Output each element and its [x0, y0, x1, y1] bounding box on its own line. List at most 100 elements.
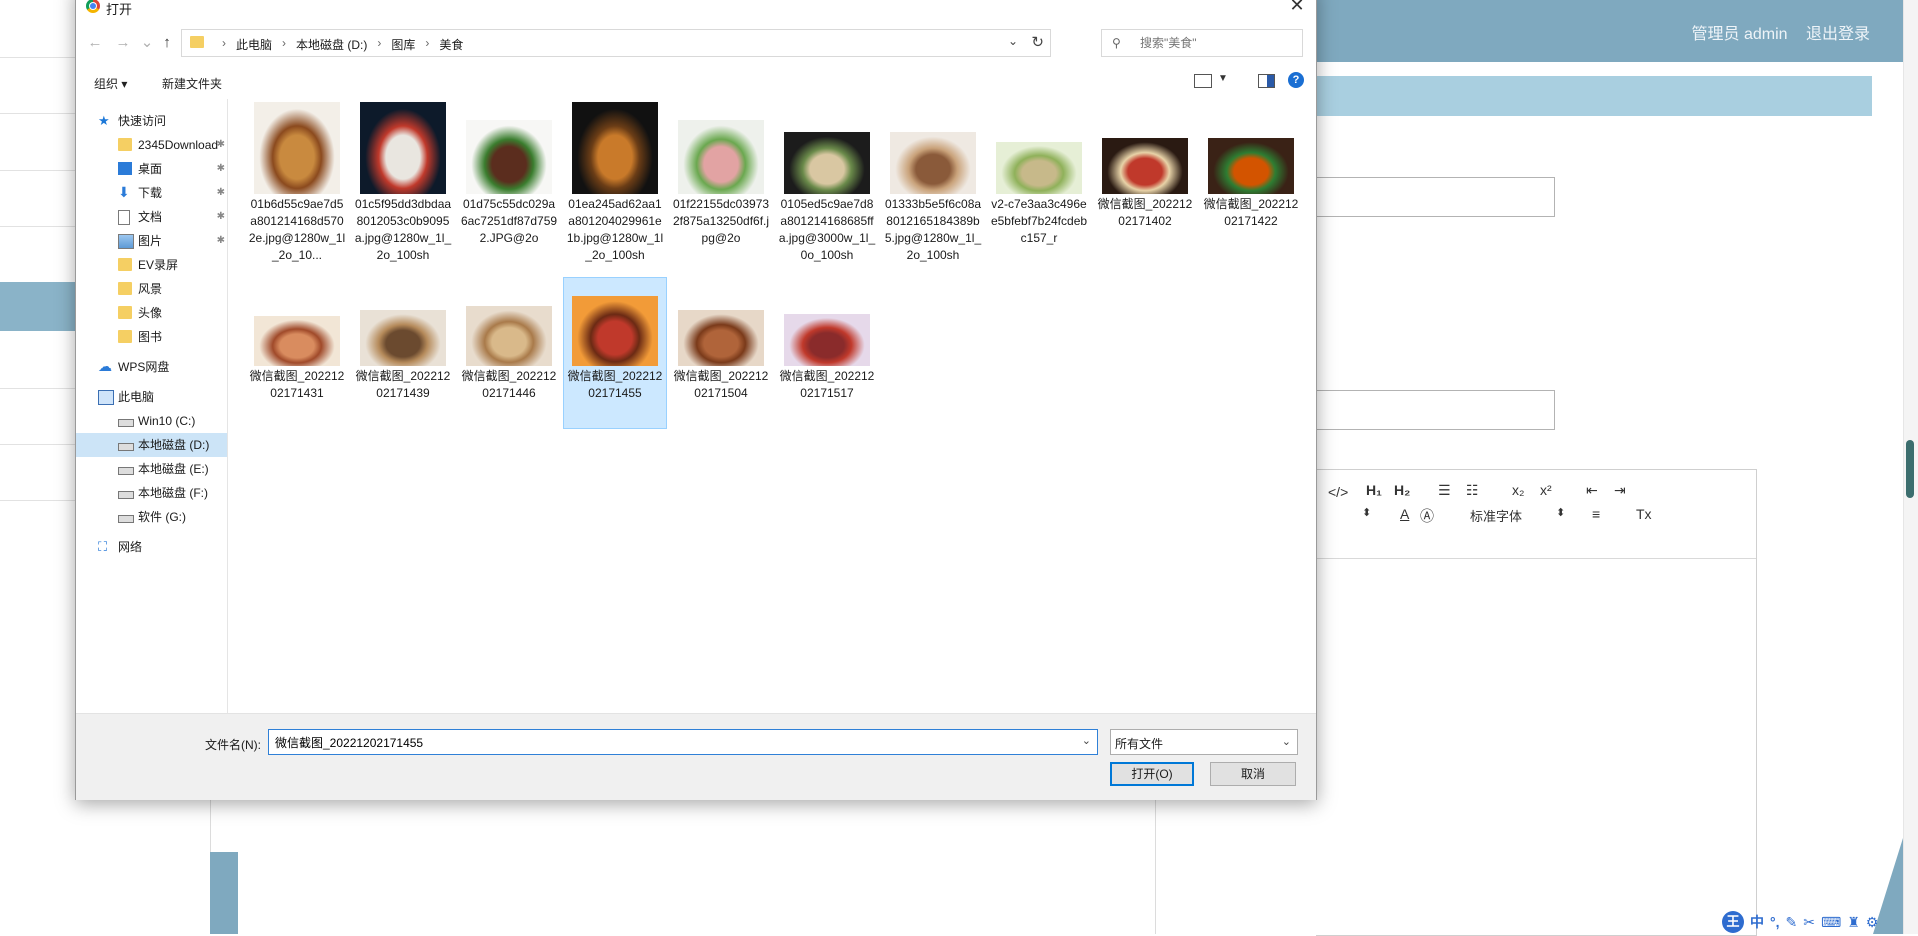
close-button[interactable]: ✕: [1284, 0, 1310, 15]
help-icon[interactable]: ?: [1288, 72, 1304, 88]
background-input[interactable]: [1316, 177, 1555, 217]
sidebar-item[interactable]: ⬇ 下载 ✱: [76, 181, 227, 205]
file-item[interactable]: 微信截图_20221202171422: [1199, 105, 1303, 257]
image-thumbnail: [784, 314, 870, 366]
file-item[interactable]: 0105ed5c9ae7d8a801214168685ffa.jpg@3000w…: [775, 105, 879, 262]
file-item[interactable]: 微信截图_20221202171504: [669, 277, 773, 429]
file-item[interactable]: 微信截图_20221202171446: [457, 277, 561, 429]
address-bar[interactable]: › 此电脑 › 本地磁盘 (D:) › 图库 › 美食 ⌄ ↻: [181, 29, 1051, 57]
subscript-button[interactable]: x₂: [1512, 482, 1524, 498]
sidebar-item[interactable]: 此电脑: [76, 385, 227, 409]
ime-logo-icon[interactable]: 王: [1722, 911, 1744, 933]
sidebar-item-label: 本地磁盘 (E:): [138, 462, 209, 476]
font-family-select[interactable]: 标准字体: [1470, 506, 1522, 525]
sidebar-item[interactable]: Win10 (C:): [76, 409, 227, 433]
search-box[interactable]: ⚲: [1101, 29, 1303, 57]
filetype-select[interactable]: 所有文件 ⌄: [1110, 729, 1298, 755]
settings-icon[interactable]: ⚙: [1866, 914, 1879, 931]
file-item[interactable]: 微信截图_20221202171517: [775, 277, 879, 429]
breadcrumb-separator-icon[interactable]: ›: [377, 36, 381, 53]
breadcrumb-item[interactable]: 此电脑: [236, 36, 272, 53]
size-stepper-icon[interactable]: ⬍: [1362, 506, 1371, 519]
file-item[interactable]: 01c5f95dd3dbdaa8012053c0b9095a.jpg@1280w…: [351, 102, 455, 262]
ime-mode-button[interactable]: 中: [1750, 912, 1764, 932]
sidebar-item[interactable]: 桌面 ✱: [76, 157, 227, 181]
chevron-down-icon[interactable]: ⌄: [1008, 34, 1018, 48]
breadcrumb-item[interactable]: 本地磁盘 (D:): [296, 36, 367, 53]
file-item[interactable]: 微信截图_20221202171431: [245, 277, 349, 429]
punctuation-icon[interactable]: °,: [1770, 914, 1780, 930]
sidebar-item[interactable]: 头像: [76, 301, 227, 325]
scroll-thumb[interactable]: [1906, 440, 1914, 498]
up-button[interactable]: ↑: [158, 34, 176, 52]
align-icon[interactable]: ≡: [1592, 506, 1600, 522]
sidebar-item[interactable]: ⛶ 网络: [76, 535, 227, 559]
font-color-icon[interactable]: A: [1400, 506, 1409, 522]
font-stepper-icon[interactable]: ⬍: [1556, 506, 1565, 519]
file-item[interactable]: 微信截图_20221202171439: [351, 277, 455, 429]
background-input[interactable]: [1316, 390, 1555, 430]
indent-icon[interactable]: ⇥: [1614, 482, 1626, 499]
search-input[interactable]: [1138, 34, 1292, 52]
sidebar-item[interactable]: 本地磁盘 (E:): [76, 457, 227, 481]
file-item[interactable]: 01ea245ad62aa1a801204029961e1b.jpg@1280w…: [563, 102, 667, 262]
file-item[interactable]: 01f22155dc039732f875a13250df6f.jpg@2o: [669, 105, 773, 257]
sidebar-item[interactable]: 本地磁盘 (D:): [76, 433, 227, 457]
skin-icon[interactable]: ♜: [1847, 914, 1860, 931]
sidebar-item[interactable]: 本地磁盘 (F:): [76, 481, 227, 505]
pen-icon[interactable]: ✎: [1786, 914, 1798, 931]
outdent-icon[interactable]: ⇤: [1586, 482, 1598, 499]
filename-input[interactable]: [273, 734, 1067, 750]
highlight-icon[interactable]: Ⓐ: [1420, 506, 1434, 526]
sidebar-item[interactable]: 图书: [76, 325, 227, 349]
file-item[interactable]: 01b6d55c9ae7d5a801214168d5702e.jpg@1280w…: [245, 102, 349, 262]
code-icon[interactable]: </>: [1328, 484, 1348, 500]
filename-field[interactable]: ⌄: [268, 729, 1098, 755]
file-item[interactable]: 微信截图_20221202171402: [1093, 105, 1197, 257]
forward-button[interactable]: →: [114, 34, 132, 52]
view-mode-icon[interactable]: [1194, 74, 1212, 88]
sidebar-item[interactable]: 图片 ✱: [76, 229, 227, 253]
sidebar-item[interactable]: 2345Download ✱: [76, 133, 227, 157]
file-item[interactable]: 01d75c55dc029a6ac7251df87d7592.JPG@2o: [457, 105, 561, 257]
sidebar-item[interactable]: ★ 快速访问: [76, 109, 227, 133]
file-item[interactable]: v2-c7e3aa3c496ee5bfebf7b24fcdebc157_r: [987, 105, 1091, 257]
sidebar-selected-item[interactable]: [0, 282, 76, 331]
ordered-list-icon[interactable]: ☰: [1438, 482, 1451, 499]
breadcrumb-item[interactable]: 美食: [439, 36, 463, 53]
sidebar-item[interactable]: ☁ WPS网盘: [76, 355, 227, 379]
sidebar-item[interactable]: EV录屏: [76, 253, 227, 277]
preview-pane-icon[interactable]: [1258, 74, 1275, 88]
heading1-button[interactable]: H₁: [1366, 482, 1382, 498]
open-button[interactable]: 打开(O): [1110, 762, 1194, 786]
breadcrumb-separator-icon[interactable]: ›: [222, 36, 226, 53]
breadcrumb-item[interactable]: 图库: [391, 36, 415, 53]
keyboard-icon[interactable]: ⌨: [1821, 914, 1841, 931]
scissors-icon[interactable]: ✂: [1803, 914, 1815, 931]
view-mode-dropdown[interactable]: ▼: [1218, 73, 1228, 84]
file-name: 微信截图_20221202171517: [779, 369, 875, 400]
new-folder-button[interactable]: 新建文件夹: [162, 75, 222, 92]
superscript-button[interactable]: x²: [1540, 482, 1552, 498]
logout-link[interactable]: 退出登录: [1806, 26, 1870, 43]
decorative-block: [210, 852, 238, 934]
file-item[interactable]: 微信截图_20221202171455: [563, 277, 667, 429]
bullet-list-icon[interactable]: ☷: [1466, 482, 1479, 499]
file-item[interactable]: 01333b5e5f6c08a8012165184389b5.jpg@1280w…: [881, 105, 985, 262]
recent-locations-button[interactable]: ⌄: [138, 34, 156, 52]
refresh-icon[interactable]: ↻: [1031, 33, 1044, 51]
back-button[interactable]: ←: [86, 34, 104, 52]
page-scrollbar[interactable]: [1903, 0, 1918, 934]
sidebar-item[interactable]: 文档 ✱: [76, 205, 227, 229]
heading2-button[interactable]: H₂: [1394, 482, 1410, 498]
cancel-button[interactable]: 取消: [1210, 762, 1296, 786]
rich-text-editor[interactable]: </> H₁ H₂ ☰ ☷ x₂ x² ⇤ ⇥ ⬍ A Ⓐ 标准字体 ⬍ ≡ T…: [1316, 469, 1757, 936]
organize-button[interactable]: 组织 ▾: [94, 75, 127, 92]
breadcrumb-separator-icon[interactable]: ›: [282, 36, 286, 53]
sidebar-item[interactable]: 软件 (G:): [76, 505, 227, 529]
dialog-title: 打开: [106, 2, 133, 17]
breadcrumb-separator-icon[interactable]: ›: [425, 36, 429, 53]
chevron-down-icon[interactable]: ⌄: [1082, 734, 1091, 747]
clear-format-icon[interactable]: Tx: [1636, 506, 1652, 522]
sidebar-item[interactable]: 风景: [76, 277, 227, 301]
